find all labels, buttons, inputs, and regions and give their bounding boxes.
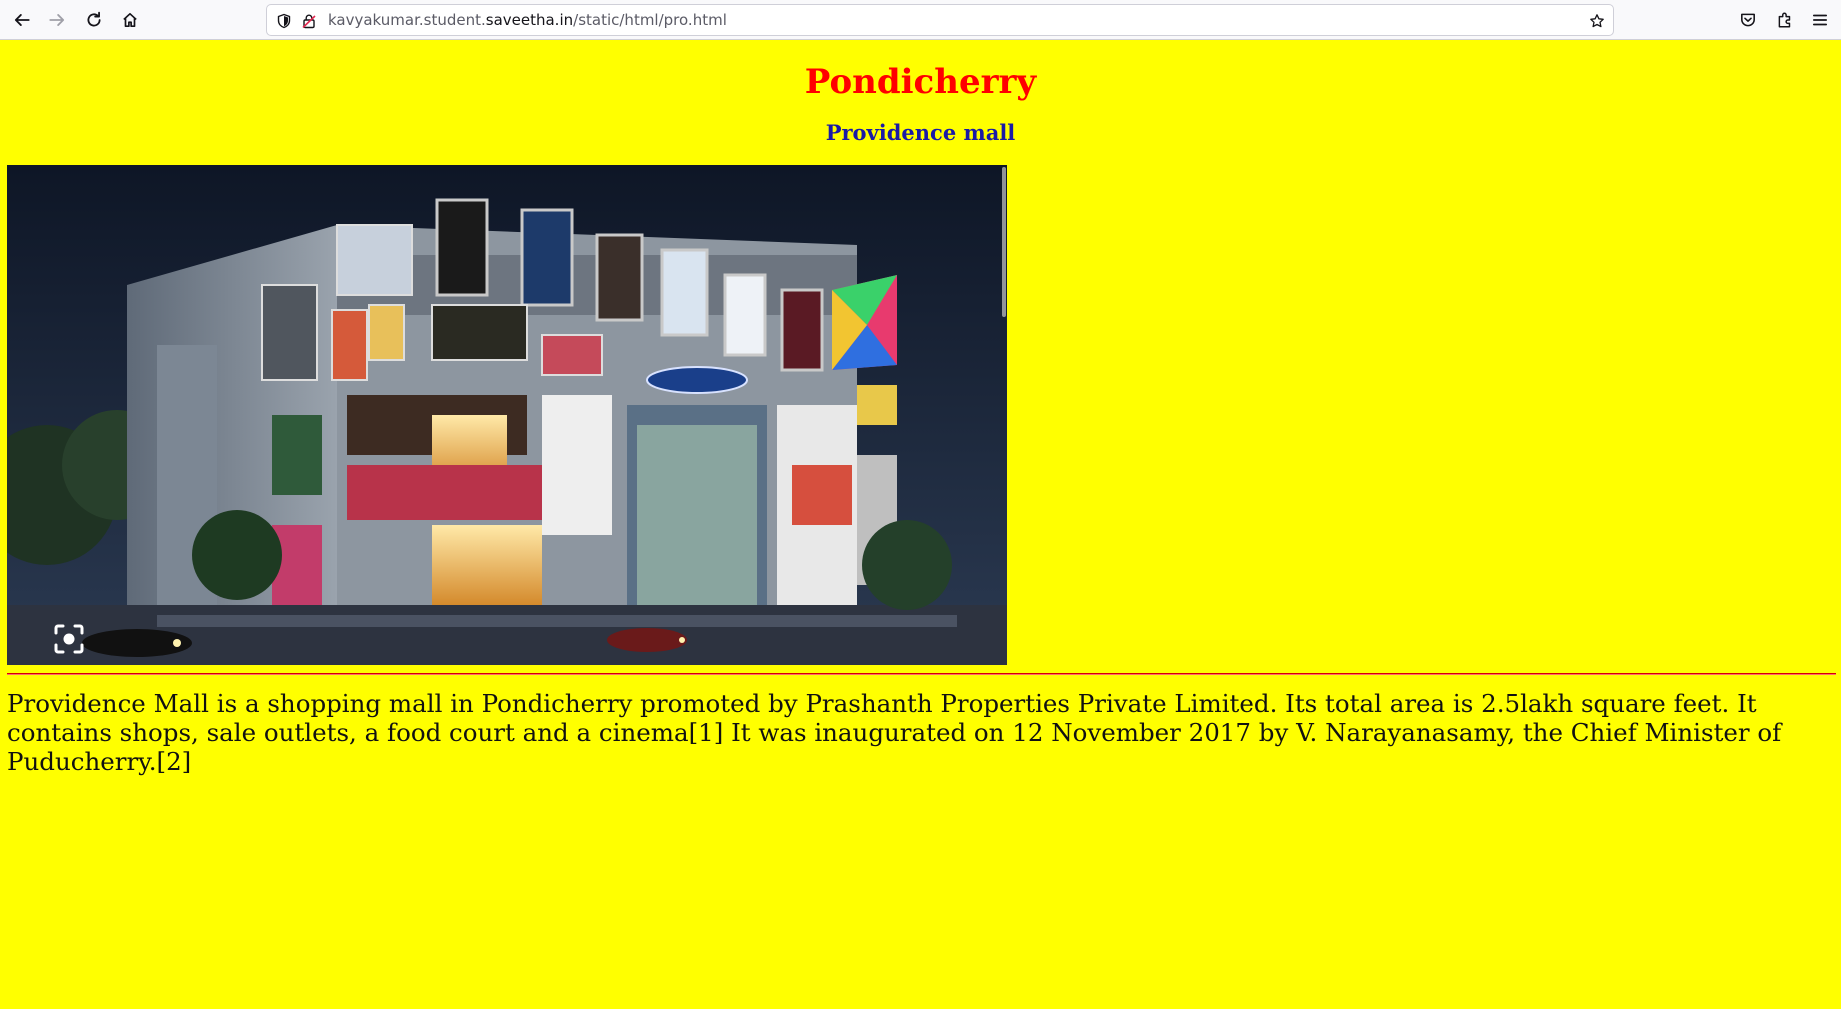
url-path: /static/html/pro.html [573,11,727,29]
horizontal-rule [7,673,1836,675]
shield-icon[interactable] [275,12,293,30]
back-arrow-icon [14,14,30,26]
menu-icon [1812,14,1828,26]
home-icon [123,12,137,28]
back-button[interactable] [8,6,36,34]
mall-photo [7,165,1007,665]
mall-illustration [7,165,1007,665]
forward-button[interactable] [43,6,71,34]
star-icon[interactable] [1588,12,1606,30]
url-domain: saveetha.in [485,11,574,29]
visual-search-button[interactable] [47,617,91,661]
url-prefix: kavyakumar.student. [328,11,486,29]
menu-button[interactable] [1806,6,1834,34]
url-text[interactable]: kavyakumar.student.saveetha.in/static/ht… [328,5,727,35]
reload-icon [87,11,101,27]
forward-arrow-icon [49,14,65,26]
reload-button[interactable] [80,6,108,34]
photo-scrollbar[interactable] [1002,167,1006,317]
extensions-icon [1778,12,1791,28]
page-title: Pondicherry [804,62,1037,102]
description-paragraph: Providence Mall is a shopping mall in Po… [7,689,1782,776]
browser-toolbar: kavyakumar.student.saveetha.in/static/ht… [0,0,1841,40]
lens-icon [54,624,84,654]
page-subtitle: Providence mall [825,120,1016,145]
lock-icon[interactable] [300,12,318,30]
pocket-button[interactable] [1734,6,1762,34]
url-bar[interactable]: kavyakumar.student.saveetha.in/static/ht… [266,4,1614,36]
pocket-icon [1741,13,1755,27]
extensions-button[interactable] [1771,6,1799,34]
home-button[interactable] [116,6,144,34]
